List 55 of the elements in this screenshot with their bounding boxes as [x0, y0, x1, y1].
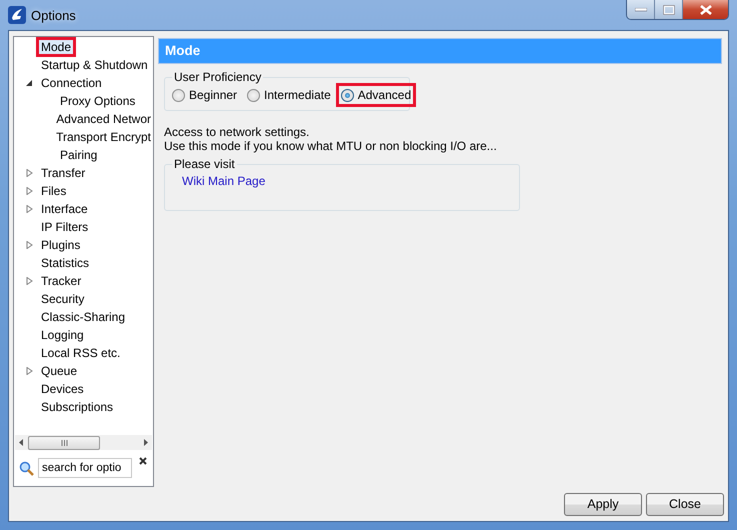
tree-item[interactable]: Interface [39, 201, 90, 217]
grip-icon [60, 440, 68, 446]
tree-item[interactable]: Pairing [58, 147, 100, 163]
collapse-arrow-icon[interactable] [26, 79, 33, 87]
tree-item[interactable]: Startup & Shutdown [39, 57, 150, 73]
tree-item[interactable]: Transfer [39, 165, 88, 181]
tree-item[interactable]: Devices [39, 381, 86, 397]
expand-arrow-icon[interactable] [26, 277, 33, 285]
tree-item[interactable]: Subscriptions [39, 399, 116, 415]
scroll-right-icon[interactable] [143, 439, 148, 446]
horizontal-scrollbar[interactable] [15, 435, 152, 450]
radio-option[interactable]: Intermediate [242, 83, 336, 107]
description-text: Access to network settings. [164, 125, 310, 139]
tree-item[interactable]: Logging [39, 327, 86, 343]
tree-item[interactable]: Advanced Networ [54, 111, 153, 127]
expand-arrow-icon[interactable] [26, 169, 33, 177]
tree-item[interactable]: Classic-Sharing [39, 309, 128, 325]
scrollbar-thumb[interactable] [28, 436, 100, 450]
maximize-icon [662, 4, 674, 14]
close-icon [698, 4, 712, 14]
expand-arrow-icon[interactable] [26, 187, 33, 195]
section-header: Mode [158, 38, 722, 64]
close-button[interactable] [683, 0, 728, 19]
tree-item[interactable]: Transport Encrypt [54, 129, 153, 145]
minimize-button[interactable] [627, 0, 655, 19]
maximize-button[interactable] [655, 0, 683, 19]
minimize-icon [634, 8, 646, 12]
description-text: Use this mode if you know what MTU or non blocking I/O are... [164, 139, 498, 153]
tree-item[interactable]: Security [39, 291, 86, 307]
tree-item[interactable]: IP Filters [39, 219, 90, 235]
clear-icon[interactable] [139, 457, 147, 465]
tree-item[interactable]: Connection [39, 75, 104, 91]
wiki-link[interactable]: Wiki Main Page [182, 174, 266, 188]
tree-item[interactable]: Statistics [39, 255, 92, 271]
tree-item[interactable]: Files [39, 183, 68, 199]
tree-item[interactable]: Plugins [39, 237, 82, 253]
expand-arrow-icon[interactable] [26, 367, 33, 375]
tree-item[interactable]: Proxy Options [58, 93, 138, 109]
radio-option[interactable]: Advanced [336, 83, 416, 107]
expand-arrow-icon[interactable] [26, 241, 33, 249]
search-field[interactable]: search for optio [38, 458, 132, 478]
window-title: Options [31, 8, 76, 22]
tree-item[interactable]: Local RSS etc. [39, 345, 122, 361]
apply-button[interactable]: Apply [564, 492, 642, 516]
app-icon [8, 6, 26, 24]
tree-item[interactable]: Tracker [39, 273, 84, 289]
close-dialog-button[interactable]: Close [646, 492, 724, 516]
search-icon [19, 460, 34, 476]
group-label: User Proficiency [172, 70, 264, 84]
scroll-left-icon[interactable] [19, 439, 24, 446]
group-label: Please visit [172, 157, 237, 171]
expand-arrow-icon[interactable] [26, 205, 33, 213]
tree-item[interactable]: Queue [39, 363, 80, 379]
radio-option[interactable]: Beginner [167, 83, 242, 107]
tree-item[interactable]: Mode [36, 37, 76, 57]
